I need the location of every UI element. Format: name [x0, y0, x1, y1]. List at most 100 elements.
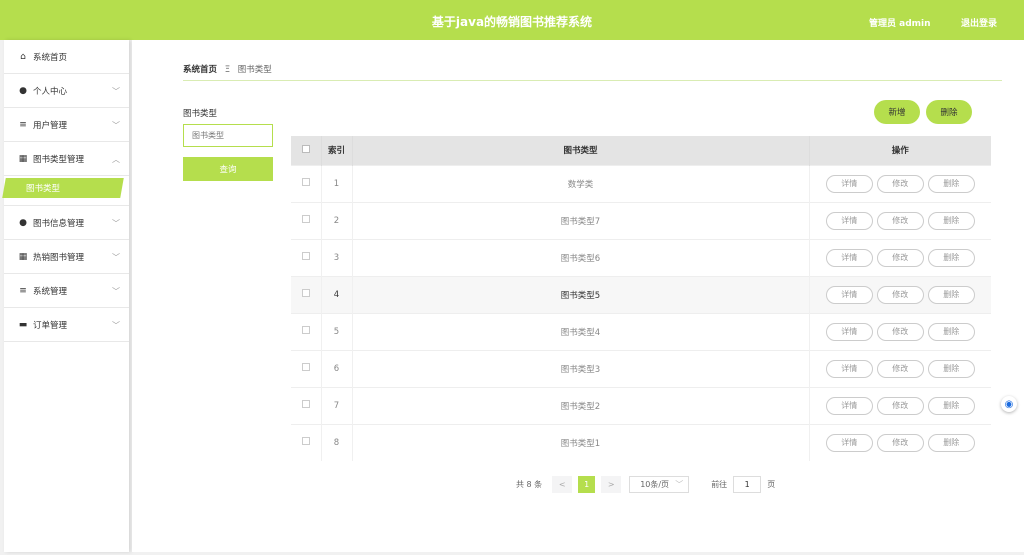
delete-button[interactable]: 删除	[927, 285, 975, 304]
detail-button[interactable]: 详情	[825, 211, 873, 230]
row-actions: 详情 修改 删除	[809, 312, 991, 350]
chevron-down-icon: ﹀	[112, 219, 120, 228]
row-index: 3	[321, 238, 353, 276]
submenu-book-type: 图书类型	[2, 176, 129, 206]
row-checkbox[interactable]	[301, 252, 310, 260]
row-checkbox[interactable]	[301, 326, 310, 334]
prev-page-button[interactable]: <	[552, 475, 573, 493]
delete-button[interactable]: 删除	[927, 211, 975, 230]
floating-assistant-icon[interactable]: ◉	[1001, 396, 1017, 412]
goto-page-input[interactable]: 1	[733, 475, 762, 493]
page-suffix: 页	[767, 479, 776, 489]
add-button[interactable]: 新增	[874, 100, 920, 124]
next-page-button[interactable]: >	[601, 475, 622, 493]
delete-button[interactable]: 删除	[927, 396, 975, 415]
detail-button[interactable]: 详情	[825, 322, 873, 341]
delete-button[interactable]: 删除	[927, 359, 975, 378]
row-book-type: 图书类型7	[352, 201, 810, 239]
row-checkbox[interactable]	[301, 400, 310, 408]
search-label: 图书类型	[183, 109, 218, 119]
delete-button[interactable]: 删除	[927, 322, 975, 341]
chevron-down-icon: ﹀	[112, 321, 120, 330]
edit-button[interactable]: 修改	[876, 433, 924, 452]
row-checkbox[interactable]	[301, 363, 310, 371]
row-select-cell	[291, 386, 322, 424]
sidebar-item-label: 系统首页	[33, 52, 68, 63]
table-row: 3 图书类型6 详情 修改 删除	[291, 238, 991, 276]
edit-button[interactable]: 修改	[876, 248, 924, 267]
detail-button[interactable]: 详情	[825, 359, 873, 378]
edit-button[interactable]: 修改	[876, 174, 924, 193]
sidebar-item-label: 图书信息管理	[33, 218, 85, 229]
sidebar-item-label: 个人中心	[33, 86, 68, 97]
chat-icon: ▬	[18, 319, 28, 330]
header-actions: 操作	[809, 136, 991, 165]
sidebar-item-order-management[interactable]: ▬ 订单管理 ﹀	[4, 308, 129, 342]
search-button[interactable]: 查询	[183, 157, 273, 181]
row-index: 4	[321, 275, 353, 313]
edit-button[interactable]: 修改	[876, 211, 924, 230]
grid-icon: ▦	[18, 153, 28, 164]
row-actions: 详情 修改 删除	[809, 275, 991, 313]
row-book-type: 图书类型5	[352, 275, 810, 313]
row-actions: 详情 修改 删除	[809, 423, 991, 461]
table-row: 5 图书类型4 详情 修改 删除	[291, 312, 991, 350]
breadcrumb-home[interactable]: 系统首页	[183, 65, 217, 75]
row-checkbox[interactable]	[301, 178, 310, 186]
row-index: 7	[321, 386, 353, 424]
sidebar-subitem-label: 图书类型	[26, 184, 61, 194]
chevron-down-icon: ﹀	[112, 87, 120, 96]
detail-button[interactable]: 详情	[825, 174, 873, 193]
edit-button[interactable]: 修改	[876, 396, 924, 415]
current-page-button[interactable]: 1	[578, 475, 596, 493]
edit-button[interactable]: 修改	[876, 285, 924, 304]
home-icon: ⌂	[20, 51, 26, 62]
row-checkbox[interactable]	[301, 289, 310, 297]
sidebar-item-hot-books-management[interactable]: ▦ 热销图书管理 ﹀	[4, 240, 129, 274]
batch-delete-button[interactable]: 删除	[926, 100, 972, 124]
sidebar-item-label: 系统管理	[33, 286, 68, 297]
sidebar-item-home[interactable]: ⌂ 系统首页	[4, 40, 129, 74]
delete-button[interactable]: 删除	[927, 174, 975, 193]
sidebar-item-system-management[interactable]: ≡ 系统管理 ﹀	[4, 274, 129, 308]
chevron-down-icon: ﹀	[112, 121, 120, 130]
sidebar-subitem-book-type[interactable]: 图书类型	[2, 178, 124, 198]
chevron-up-icon: ︿	[112, 155, 120, 164]
sidebar-item-user-management[interactable]: ≡ 用户管理 ﹀	[4, 108, 129, 142]
table-header-row: 索引 图书类型 操作	[291, 136, 991, 165]
table-body: 1 数学类 详情 修改 删除 2 图书类型7 详情 修改 删除 3 图书类型6 详情 修改 删除 4 图书类型5…	[291, 164, 991, 461]
detail-button[interactable]: 详情	[825, 433, 873, 452]
top-bar: 基于java的畅销图书推荐系统 管理员 admin 退出登录	[0, 0, 1024, 40]
user-icon: ●	[19, 85, 27, 96]
breadcrumb-separator: Ξ	[224, 65, 231, 75]
select-all-checkbox[interactable]	[301, 144, 310, 153]
row-actions: 详情 修改 删除	[809, 201, 991, 239]
select-all-cell	[291, 136, 322, 165]
row-checkbox[interactable]	[301, 215, 310, 223]
search-input[interactable]	[183, 124, 273, 147]
row-select-cell	[291, 201, 322, 239]
goto-label: 前往	[711, 479, 728, 489]
header-index: 索引	[321, 136, 353, 165]
delete-button[interactable]: 删除	[927, 433, 975, 452]
row-checkbox[interactable]	[301, 437, 310, 446]
edit-button[interactable]: 修改	[876, 359, 924, 378]
delete-button[interactable]: 删除	[927, 248, 975, 267]
page-size-select[interactable]: 10条/页 ﹀	[629, 475, 690, 493]
divider	[183, 80, 1002, 81]
row-index: 8	[321, 423, 353, 461]
detail-button[interactable]: 详情	[825, 248, 873, 267]
grid-icon: ▦	[18, 251, 28, 262]
edit-button[interactable]: 修改	[876, 322, 924, 341]
row-select-cell	[291, 312, 322, 350]
table-row: 2 图书类型7 详情 修改 删除	[291, 201, 991, 239]
detail-button[interactable]: 详情	[825, 396, 873, 415]
logout-link[interactable]: 退出登录	[961, 16, 997, 29]
header-book-type: 图书类型	[352, 136, 810, 165]
detail-button[interactable]: 详情	[825, 285, 873, 304]
sidebar-item-label: 热销图书管理	[33, 252, 85, 263]
sidebar-item-book-info-management[interactable]: ● 图书信息管理 ﹀	[4, 206, 129, 240]
row-book-type: 图书类型2	[352, 386, 810, 424]
sidebar-item-personal-center[interactable]: ● 个人中心 ﹀	[4, 74, 129, 108]
sidebar-item-book-type-management[interactable]: ▦ 图书类型管理 ︿	[4, 142, 129, 176]
